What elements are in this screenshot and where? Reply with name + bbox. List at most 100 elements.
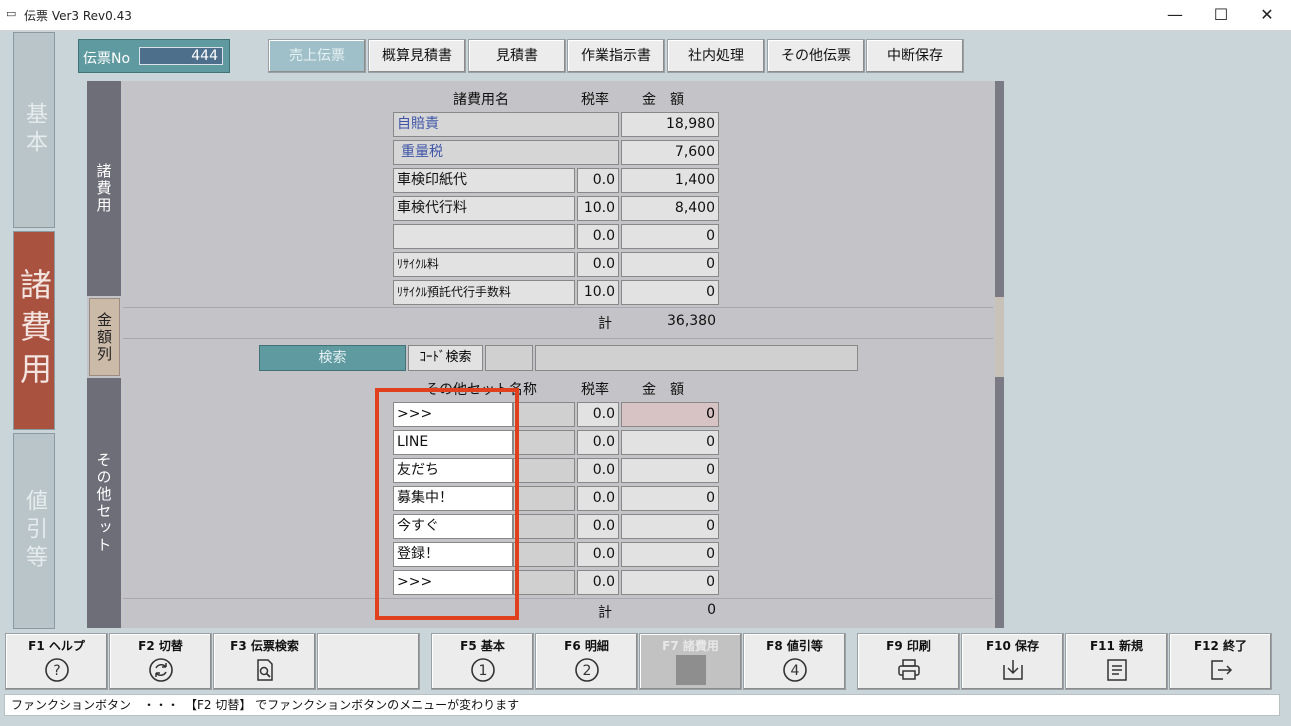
fee-amount-cell[interactable]: 0 bbox=[621, 280, 719, 305]
set-name-extra-cell bbox=[513, 514, 575, 539]
sets-col-amount-header: 金 額 bbox=[642, 382, 684, 398]
fee-name-cell[interactable]: 車検印紙代 bbox=[393, 168, 575, 193]
minimize-button[interactable]: — bbox=[1152, 0, 1198, 30]
code-search-input[interactable] bbox=[485, 345, 533, 371]
nav-tab-kihon[interactable]: 基本 bbox=[13, 32, 55, 228]
svg-text:4: 4 bbox=[790, 663, 799, 679]
fee-rate-cell[interactable]: 10.0 bbox=[577, 196, 619, 221]
tab-sonota-denpyo[interactable]: その他伝票 bbox=[767, 39, 865, 73]
section-sonota-set-label: その他セット bbox=[87, 378, 121, 628]
search-button[interactable]: 検索 bbox=[259, 345, 406, 371]
set-rate-cell[interactable]: 0.0 bbox=[577, 486, 619, 511]
set-name-extra-cell bbox=[513, 458, 575, 483]
denpyo-number-field[interactable]: 444 bbox=[139, 47, 223, 65]
tab-uriage-denpyo[interactable]: 売上伝票 bbox=[268, 39, 366, 73]
fee-name-cell: 重量税 bbox=[393, 140, 619, 165]
f3-search-button[interactable]: F3 伝票検索 bbox=[213, 633, 316, 690]
set-rate-cell[interactable]: 0.0 bbox=[577, 402, 619, 427]
fee-amount-cell[interactable]: 7,600 bbox=[621, 140, 719, 165]
f6-meisai-button[interactable]: F6 明細 2 bbox=[535, 633, 638, 690]
app-icon: ▭ bbox=[6, 7, 17, 20]
svg-text:1: 1 bbox=[478, 663, 487, 679]
f12-exit-button[interactable]: F12 終了 bbox=[1169, 633, 1272, 690]
tab-chudan-hozon[interactable]: 中断保存 bbox=[866, 39, 964, 73]
denpyo-number-label: 伝票No bbox=[83, 51, 131, 67]
set-amount-cell[interactable]: 0 bbox=[621, 486, 719, 511]
f11-new-button[interactable]: F11 新規 bbox=[1065, 633, 1168, 690]
sets-total-value: 0 bbox=[707, 602, 716, 618]
svg-text:?: ? bbox=[53, 663, 60, 679]
nav-tab-shohiyo[interactable]: 諸費用 bbox=[13, 231, 55, 430]
set-rate-cell[interactable]: 0.0 bbox=[577, 514, 619, 539]
fees-col-rate-header: 税率 bbox=[581, 92, 609, 108]
denpyo-number-box: 伝票No 444 bbox=[78, 39, 230, 73]
svg-text:2: 2 bbox=[582, 663, 591, 679]
fee-amount-cell[interactable]: 0 bbox=[621, 224, 719, 249]
fee-amount-cell[interactable]: 8,400 bbox=[621, 196, 719, 221]
set-amount-cell[interactable]: 0 bbox=[621, 542, 719, 567]
fee-amount-cell[interactable]: 18,980 bbox=[621, 112, 719, 137]
f5-label: F5 基本 bbox=[460, 639, 505, 653]
f8-nebiki-button[interactable]: F8 値引等 4 bbox=[743, 633, 846, 690]
set-name-extra-cell bbox=[513, 486, 575, 511]
set-rate-cell[interactable]: 0.0 bbox=[577, 430, 619, 455]
close-button[interactable]: ✕ bbox=[1244, 0, 1290, 30]
circle-2-icon: 2 bbox=[536, 656, 637, 684]
nav-tab-nebiki[interactable]: 値引等 bbox=[13, 433, 55, 629]
f2-label: F2 切替 bbox=[138, 639, 183, 653]
panel-scrollbar-thumb[interactable] bbox=[995, 297, 1004, 377]
fee-name-cell[interactable]: 車検代行料 bbox=[393, 196, 575, 221]
f5-kihon-button[interactable]: F5 基本 1 bbox=[431, 633, 534, 690]
circle-1-icon: 1 bbox=[432, 656, 533, 684]
circle-4-icon: 4 bbox=[744, 656, 845, 684]
switch-icon bbox=[110, 656, 211, 684]
fee-rate-cell[interactable]: 0.0 bbox=[577, 224, 619, 249]
fee-rate-cell[interactable]: 0.0 bbox=[577, 168, 619, 193]
fee-amount-cell[interactable]: 1,400 bbox=[621, 168, 719, 193]
set-name-extra-cell bbox=[513, 430, 575, 455]
fees-col-name-header: 諸費用名 bbox=[453, 92, 509, 108]
f2-switch-button[interactable]: F2 切替 bbox=[109, 633, 212, 690]
set-name-extra-cell bbox=[513, 542, 575, 567]
tab-gaisan-mitsumori[interactable]: 概算見積書 bbox=[368, 39, 466, 73]
f7-label: F7 諸費用 bbox=[662, 639, 719, 653]
tab-shanai-shori[interactable]: 社内処理 bbox=[667, 39, 765, 73]
window-title: 伝票 Ver3 Rev0.43 bbox=[24, 9, 132, 23]
set-amount-cell[interactable]: 0 bbox=[621, 458, 719, 483]
set-amount-cell[interactable]: 0 bbox=[621, 514, 719, 539]
set-name-extra-cell bbox=[513, 402, 575, 427]
kingaku-retsu-button[interactable]: 金額列 bbox=[89, 298, 120, 376]
search-name-field[interactable] bbox=[535, 345, 858, 371]
set-rate-cell[interactable]: 0.0 bbox=[577, 458, 619, 483]
set-rate-cell[interactable]: 0.0 bbox=[577, 542, 619, 567]
set-amount-cell-active[interactable]: 0 bbox=[621, 402, 719, 427]
fee-name-cell: 自賠責 bbox=[393, 112, 619, 137]
fee-rate-cell[interactable]: 0.0 bbox=[577, 252, 619, 277]
title-bar: ▭ 伝票 Ver3 Rev0.43 — ☐ ✕ bbox=[0, 0, 1291, 31]
f9-label: F9 印刷 bbox=[886, 639, 931, 653]
help-icon: ? bbox=[6, 656, 107, 684]
fee-name-cell[interactable]: ﾘｻｲｸﾙ預託代行手数料 bbox=[393, 280, 575, 305]
f10-label: F10 保存 bbox=[985, 639, 1040, 653]
set-amount-cell[interactable]: 0 bbox=[621, 430, 719, 455]
fee-name-cell[interactable] bbox=[393, 224, 575, 249]
maximize-button[interactable]: ☐ bbox=[1198, 0, 1244, 30]
fee-amount-cell[interactable]: 0 bbox=[621, 252, 719, 277]
fee-name-cell[interactable]: ﾘｻｲｸﾙ料 bbox=[393, 252, 575, 277]
f4-empty-button[interactable] bbox=[317, 633, 420, 690]
tab-sagyo-shiji[interactable]: 作業指示書 bbox=[567, 39, 665, 73]
fees-total-value: 36,380 bbox=[667, 313, 716, 329]
f10-save-button[interactable]: F10 保存 bbox=[961, 633, 1064, 690]
fee-rate-cell[interactable]: 10.0 bbox=[577, 280, 619, 305]
f8-label: F8 値引等 bbox=[766, 639, 823, 653]
set-amount-cell[interactable]: 0 bbox=[621, 570, 719, 595]
save-icon bbox=[962, 656, 1063, 684]
tab-mitsumori[interactable]: 見積書 bbox=[468, 39, 566, 73]
f12-label: F12 終了 bbox=[1193, 639, 1248, 653]
search-doc-icon bbox=[214, 656, 315, 684]
f9-print-button[interactable]: F9 印刷 bbox=[857, 633, 960, 690]
sets-col-rate-header: 税率 bbox=[581, 382, 609, 398]
f7-shohiyo-button[interactable]: F7 諸費用 bbox=[639, 633, 742, 690]
set-rate-cell[interactable]: 0.0 bbox=[577, 570, 619, 595]
f1-help-button[interactable]: F1 ヘルプ ? bbox=[5, 633, 108, 690]
